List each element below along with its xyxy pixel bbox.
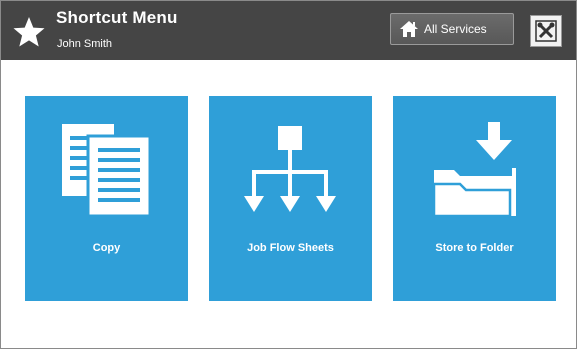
- page-title: Shortcut Menu: [56, 8, 178, 27]
- header-bar: Shortcut Menu John Smith All Services: [1, 1, 576, 60]
- tile-job-flow-sheets[interactable]: Job Flow Sheets: [209, 96, 372, 301]
- tools-button[interactable]: [530, 15, 562, 47]
- all-services-label: All Services: [424, 22, 487, 36]
- all-services-button[interactable]: All Services: [390, 13, 514, 45]
- job-flow-icon: [244, 126, 336, 212]
- tile-label: Job Flow Sheets: [247, 242, 334, 254]
- window-frame: Shortcut Menu John Smith All Services Co…: [0, 0, 577, 349]
- tile-store-to-folder[interactable]: Store to Folder: [393, 96, 556, 301]
- star-icon: [13, 17, 45, 47]
- tile-copy[interactable]: Copy: [25, 96, 188, 301]
- tile-label: Store to Folder: [435, 242, 514, 254]
- store-folder-icon: [432, 122, 516, 218]
- user-name: John Smith: [57, 38, 113, 50]
- tile-label: Copy: [92, 242, 121, 254]
- home-icon: [400, 21, 418, 37]
- tools-icon: [535, 20, 557, 42]
- copy-icon: [62, 124, 152, 218]
